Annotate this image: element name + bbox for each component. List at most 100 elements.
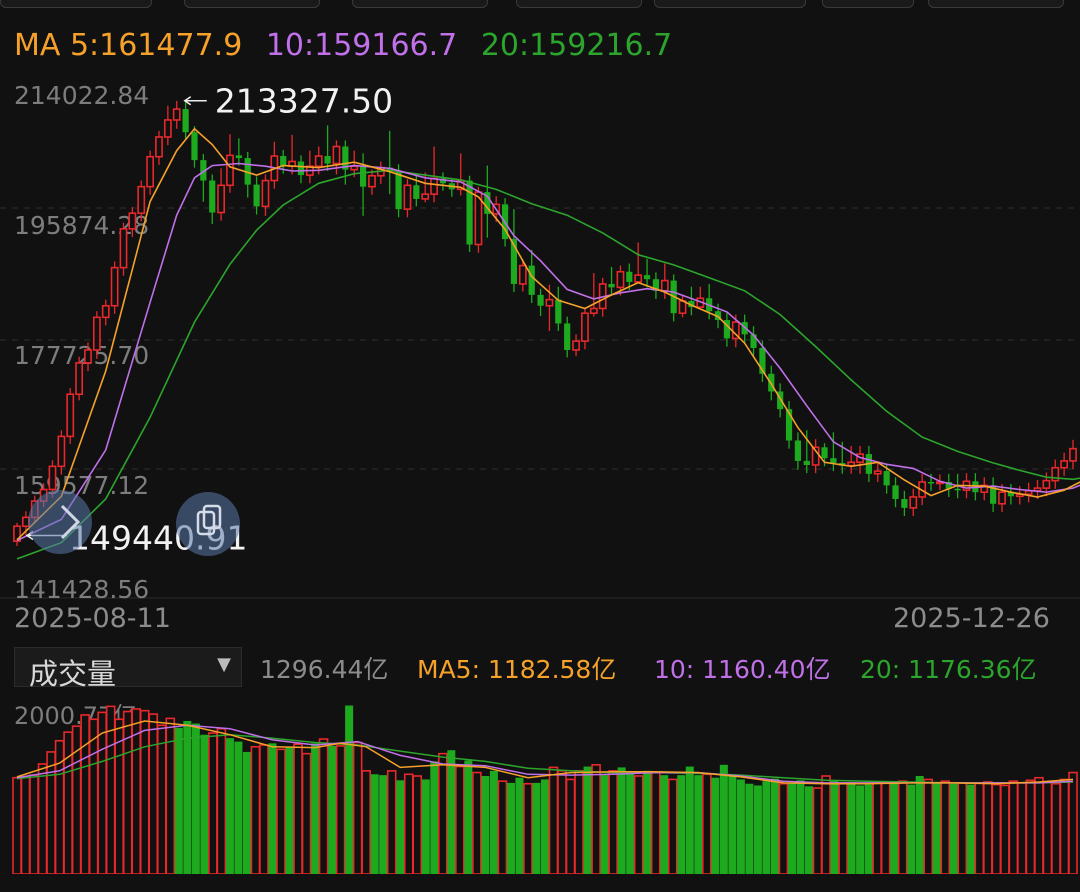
candle-body [954,488,961,491]
period-tab[interactable] [0,0,152,8]
volume-bar [583,766,592,874]
volume-bar [830,780,839,874]
volume-bar [1000,784,1010,874]
candle [945,473,952,497]
candle [1024,482,1033,503]
candle [270,141,279,189]
period-tab[interactable] [352,0,488,8]
candle-body [297,161,305,176]
volume-bar [506,782,515,874]
volume-bar [617,767,626,874]
volume-bar [880,782,891,874]
volume-bar [345,705,354,874]
ma5-legend: MA 5:161477.9 [14,28,243,63]
ma20-legend: 20:159216.7 [480,28,673,63]
volume-bar [242,751,251,874]
volume-bar [37,763,48,874]
candle [75,356,84,401]
candle-body [395,171,402,210]
volume-bar [677,775,686,874]
volume-bar [753,785,762,874]
candle [484,165,491,238]
candle [811,439,820,474]
volume-bar [430,761,439,874]
candle-body [581,312,589,342]
volume-ma5: MA5: 1182.58亿 [417,655,617,684]
volume-bar [608,770,618,874]
floating-copy-button[interactable] [176,492,240,556]
candle [200,153,207,202]
volume-bar [88,718,99,874]
volume-bar [183,720,192,874]
candle-body [608,283,615,288]
x-start-date: 2025-08-11 [14,603,171,634]
candle [163,105,172,146]
candle-body [430,177,438,195]
volume-bar [966,784,975,874]
volume-bar [46,751,56,874]
candle-body [555,299,562,324]
volume-bar [932,782,941,874]
candle [1060,452,1069,476]
volume-bar [250,745,261,874]
volume-chart[interactable]: 2000.77亿 [0,690,1080,874]
y-tick-label: 214022.84 [14,81,149,110]
volume-bar [915,775,924,874]
volume-bar [361,770,371,874]
candle-body [1060,460,1069,469]
candle [678,294,687,318]
volume-bar [694,775,703,874]
candle [119,222,128,276]
volume-bar [633,775,644,874]
candle-body [883,471,890,486]
period-tab[interactable] [822,0,914,8]
volume-bar [328,745,337,874]
volume-bar [856,785,865,874]
volume-bar [515,777,524,874]
volume-bar [667,778,678,874]
period-tab[interactable] [928,0,1064,8]
candle [1051,459,1060,489]
candle-body [92,316,101,351]
volume-bar [719,764,728,874]
volume-bar [600,775,609,874]
candle-body [678,300,687,315]
volume-bar [481,775,490,874]
volume-bar [736,779,745,874]
candle [324,125,331,172]
volume-bar [412,775,423,874]
volume-bar [685,766,694,874]
volume-bar [957,782,968,874]
candle-body [226,154,234,187]
period-tab[interactable] [516,0,642,8]
volume-bar [1008,780,1019,874]
indicator-select[interactable]: 成交量 ▼ [14,647,242,691]
candle-body [998,491,1006,505]
volume-bar [438,752,448,874]
volume-bar [1068,771,1078,874]
candle-body [209,180,216,213]
candle [608,266,615,295]
candle [332,140,341,175]
volume-bar [660,775,669,874]
volume-bar [20,776,31,874]
period-tab[interactable] [654,0,806,8]
ma10-legend: 10:159166.7 [265,28,458,63]
candle [430,146,438,203]
candle-body [84,349,92,364]
chevron-icon [60,504,81,540]
candle [643,258,651,288]
period-tab[interactable] [184,0,320,8]
candle [1007,484,1014,505]
high-value-label: 213327.50 [215,82,393,121]
candle [892,477,899,508]
candle [777,383,784,418]
volume-bar [335,745,346,874]
volume-bar [711,777,720,874]
candle-body [101,304,110,319]
candle-body [314,155,323,168]
floating-back-button[interactable] [28,490,92,554]
candle-body [821,447,828,459]
candle-body [1042,479,1051,489]
candlestick-chart[interactable]: 214022.84195874.28177725.70159577.121414… [0,78,1080,600]
